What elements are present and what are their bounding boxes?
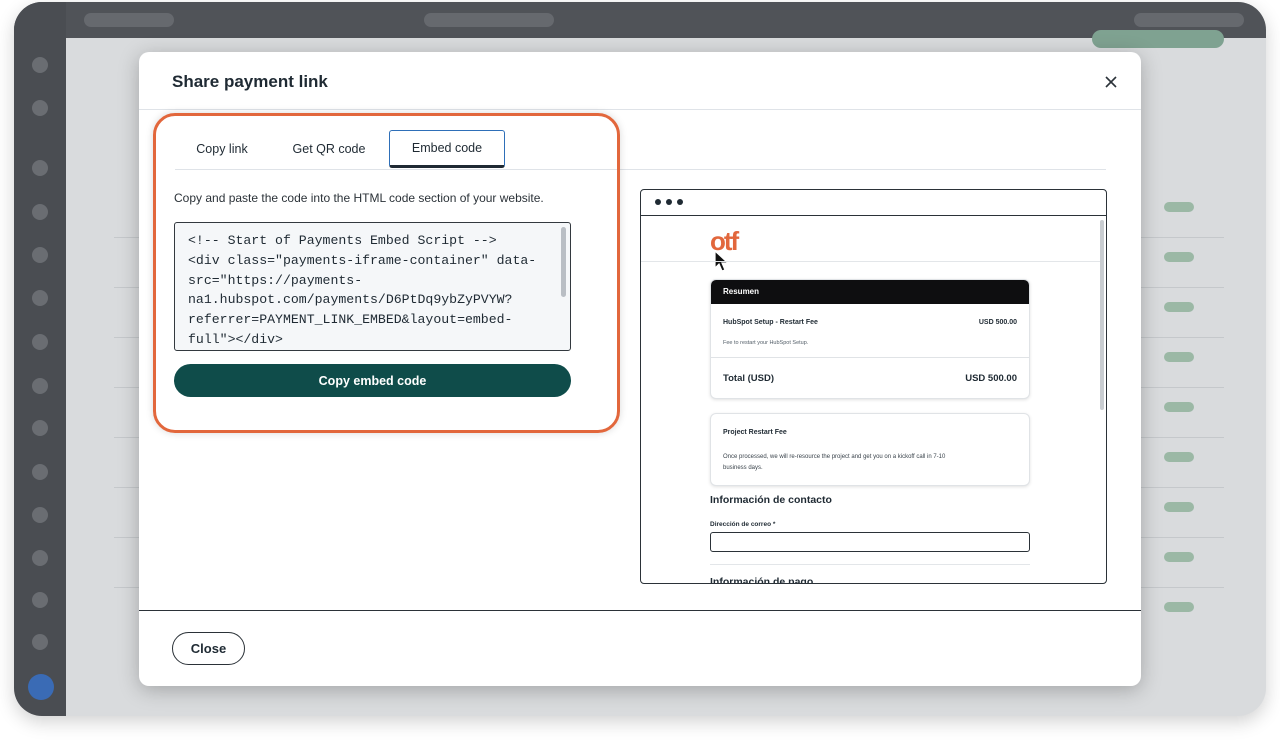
background-status-badge	[1164, 252, 1194, 262]
footer-divider	[139, 610, 1141, 611]
modal-title: Share payment link	[172, 72, 328, 91]
background-nav-icon	[32, 464, 48, 480]
preview-section-divider	[710, 564, 1030, 565]
close-button[interactable]: Close	[172, 632, 245, 665]
embed-preview: otf Resumen HubSpot Setup - Restart Fee …	[640, 189, 1107, 584]
project-card: Project Restart Fee Once processed, we w…	[710, 413, 1030, 486]
highlight-callout	[153, 113, 620, 433]
summary-item-name: HubSpot Setup - Restart Fee	[723, 319, 818, 326]
background-nav-icon	[32, 420, 48, 436]
background-nav-icon	[32, 100, 48, 116]
background-nav-icon	[32, 247, 48, 263]
preview-header-divider	[641, 261, 1101, 262]
summary-item-description: Fee to restart your HubSpot Setup.	[723, 340, 809, 346]
summary-total-label: Total (USD)	[723, 373, 775, 384]
cursor-arrow-icon	[714, 250, 730, 272]
background-status-badge	[1164, 452, 1194, 462]
background-nav-icon	[32, 204, 48, 220]
background-status-badge	[1164, 502, 1194, 512]
payment-heading: Información de pago	[710, 576, 814, 584]
background-search-pill	[84, 13, 174, 27]
background-status-badge	[1164, 302, 1194, 312]
summary-item-amount: USD 500.00	[978, 319, 1017, 326]
background-nav-icon	[32, 160, 48, 176]
background-primary-button	[1092, 30, 1224, 48]
email-field	[710, 532, 1030, 552]
project-title: Project Restart Fee	[723, 429, 787, 436]
background-nav-icon	[32, 507, 48, 523]
background-nav-icon	[32, 550, 48, 566]
close-icon[interactable]	[1101, 72, 1121, 92]
summary-divider	[711, 357, 1029, 358]
summary-card: Resumen HubSpot Setup - Restart Fee USD …	[710, 279, 1030, 399]
background-status-badge	[1164, 402, 1194, 412]
background-status-badge	[1164, 352, 1194, 362]
summary-header: Resumen	[711, 280, 1029, 304]
project-description: Once processed, we will re-resource the …	[723, 454, 946, 471]
background-account-pill	[1134, 13, 1244, 27]
background-top-bar	[14, 2, 1266, 38]
header-divider	[139, 109, 1141, 110]
window-dots-icon	[655, 199, 683, 205]
background-nav-icon	[32, 592, 48, 608]
background-help-icon	[28, 674, 54, 700]
preview-toolbar-divider	[641, 215, 1106, 216]
background-nav-icon	[32, 57, 48, 73]
summary-total-value: USD 500.00	[965, 373, 1017, 384]
background-nav-icon	[32, 334, 48, 350]
background-nav-icon	[32, 634, 48, 650]
email-label: Dirección de correo *	[710, 521, 776, 528]
background-nav-icon	[32, 290, 48, 306]
background-status-pill	[424, 13, 554, 27]
share-payment-link-modal: Share payment link Copy link Get QR code…	[139, 52, 1141, 686]
preview-scrollbar	[1100, 220, 1104, 410]
contact-heading: Información de contacto	[710, 494, 832, 506]
background-status-badge	[1164, 602, 1194, 612]
background-status-badge	[1164, 202, 1194, 212]
background-status-badge	[1164, 552, 1194, 562]
background-nav-icon	[32, 378, 48, 394]
